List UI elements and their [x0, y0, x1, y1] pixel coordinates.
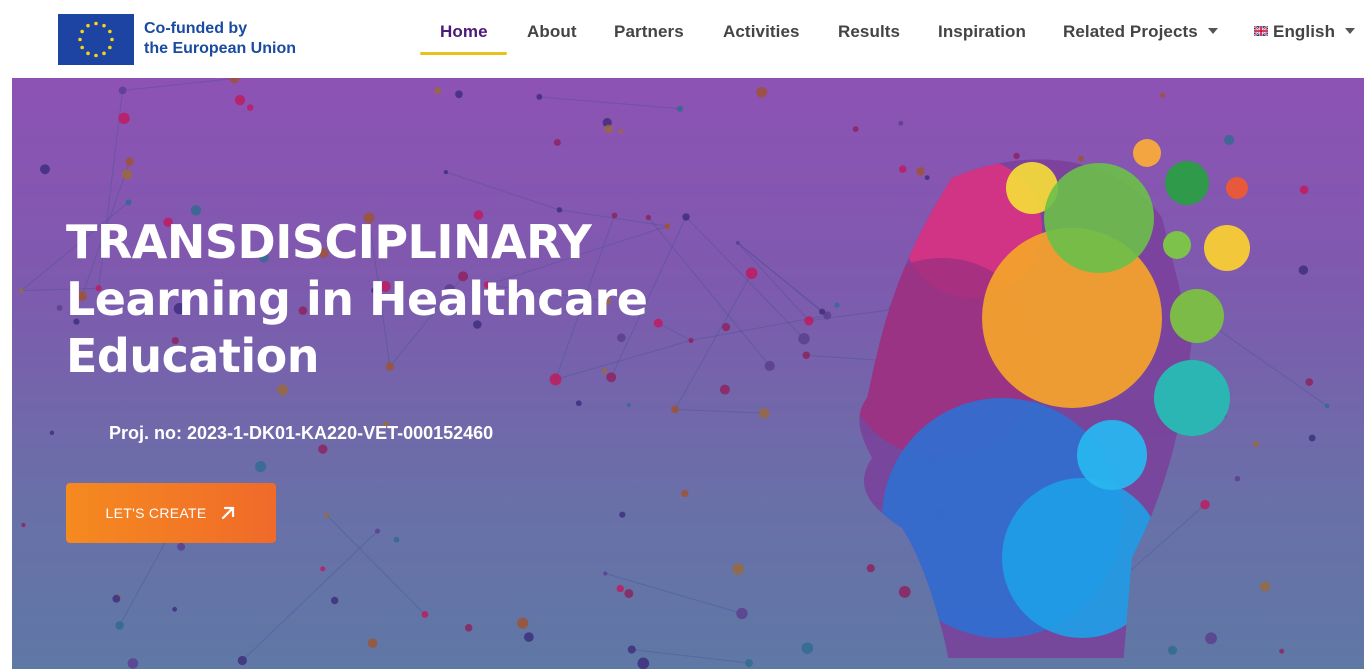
colorful-head-illustration	[859, 139, 1250, 658]
nav-active-underline	[420, 52, 507, 55]
nav-activities[interactable]: Activities	[723, 22, 800, 42]
main-nav: Home About Partners Activities Results I…	[0, 0, 1364, 78]
nav-related-projects[interactable]: Related Projects	[1063, 22, 1218, 42]
nav-home[interactable]: Home	[440, 22, 488, 42]
caret-down-icon	[1207, 27, 1218, 34]
nav-results[interactable]: Results	[838, 22, 900, 42]
arrow-up-right-icon	[222, 506, 235, 520]
hero-title-line-3: Education	[66, 329, 320, 383]
hero-title-line-2: Learning in Healthcare	[66, 272, 648, 326]
nav-language[interactable]: English	[1254, 22, 1356, 42]
nav-partners[interactable]: Partners	[614, 22, 684, 42]
caret-down-icon	[1345, 27, 1356, 34]
nav-inspiration[interactable]: Inspiration	[938, 22, 1026, 42]
lets-create-label: LET'S CREATE	[105, 505, 207, 521]
site-header: Co-funded by the European Union Home Abo…	[0, 0, 1364, 78]
nav-language-label: English	[1273, 22, 1336, 41]
lets-create-button[interactable]: LET'S CREATE	[66, 483, 276, 543]
hero-title: TRANSDISCIPLINARY Learning in Healthcare…	[66, 214, 648, 385]
uk-flag-icon	[1254, 25, 1268, 36]
nav-related-projects-label: Related Projects	[1063, 22, 1198, 41]
hero-banner: TRANSDISCIPLINARY Learning in Healthcare…	[12, 78, 1364, 669]
nav-about[interactable]: About	[527, 22, 577, 42]
project-number: Proj. no: 2023-1-DK01-KA220-VET-00015246…	[109, 423, 494, 443]
hero-title-line-1: TRANSDISCIPLINARY	[66, 215, 592, 269]
